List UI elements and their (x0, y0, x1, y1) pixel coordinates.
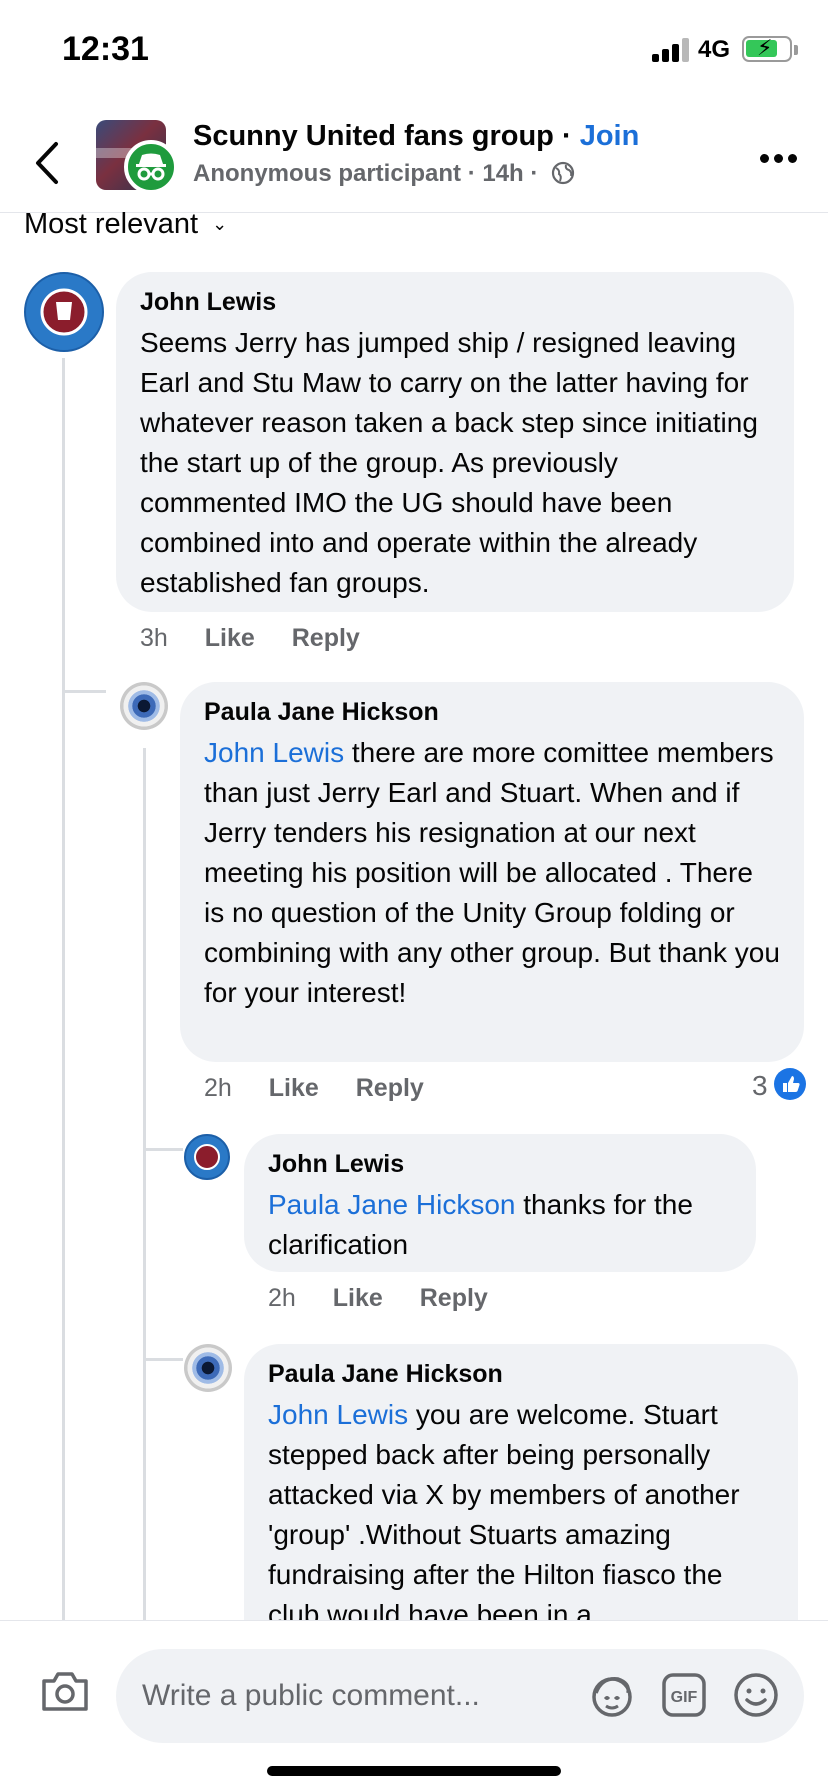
comment-time[interactable]: 3h (140, 624, 168, 652)
mention-link[interactable]: John Lewis (204, 737, 344, 768)
reaction-summary[interactable]: 3 (752, 1068, 806, 1102)
title-separator: · (553, 120, 580, 152)
comment-body: there are more comittee members than jus… (204, 737, 780, 1008)
post-age[interactable]: 14h (482, 160, 523, 187)
comment-time[interactable]: 2h (204, 1074, 232, 1102)
thread-line-connector-2 (143, 1148, 183, 1151)
mention-link[interactable]: Paula Jane Hickson (268, 1189, 515, 1220)
battery-icon: ⚡ (742, 35, 792, 62)
join-link[interactable]: Join (580, 120, 640, 152)
back-button[interactable] (28, 138, 68, 188)
comment-actions: 2h Like Reply (268, 1284, 518, 1313)
gif-icon: GIF (662, 1673, 706, 1717)
comment-author[interactable]: Paula Jane Hickson (204, 698, 780, 727)
like-button[interactable]: Like (205, 624, 255, 652)
home-indicator[interactable] (267, 1766, 561, 1776)
reply-button[interactable]: Reply (420, 1284, 488, 1312)
comment-text: John Lewis there are more comittee membe… (204, 733, 780, 1013)
comment-actions: 3h Like Reply (140, 624, 390, 653)
camera-icon (42, 1672, 88, 1711)
comment-author[interactable]: John Lewis (140, 288, 770, 317)
more-button[interactable] (760, 154, 800, 166)
emoji-icon (734, 1673, 778, 1717)
sort-dropdown[interactable]: Most relevant ⌄ (24, 208, 227, 241)
avatar[interactable] (184, 1344, 232, 1392)
reaction-count: 3 (752, 1070, 768, 1101)
comment-actions: 2h Like Reply (204, 1074, 454, 1103)
comment-text: Seems Jerry has jumped ship / resigned l… (140, 323, 770, 603)
comment-body: you are welcome. Stuart stepped back aft… (268, 1399, 740, 1630)
thread-line-connector-3 (143, 1358, 183, 1361)
meta-separator-2: · (523, 160, 546, 187)
reply-button[interactable]: Reply (356, 1074, 424, 1102)
comment-text: John Lewis you are welcome. Stuart stepp… (268, 1395, 774, 1635)
club-crest-icon (40, 288, 88, 336)
chevron-left-icon (36, 142, 58, 184)
post-header: Scunny United fans group · Join Anonymou… (0, 100, 828, 213)
status-time: 12:31 (62, 30, 149, 68)
thread-line-connector (62, 690, 106, 693)
thread-line-reply (143, 748, 146, 1620)
club-crest-icon (194, 1144, 220, 1170)
avatar[interactable] (24, 272, 104, 352)
comment-bubble: Paula Jane Hickson John Lewis there are … (180, 682, 804, 1062)
more-horizontal-icon (760, 154, 769, 163)
emoji-button[interactable] (732, 1671, 780, 1719)
avatar[interactable] (184, 1134, 230, 1180)
mention-link[interactable]: John Lewis (268, 1399, 408, 1430)
battery-tip (794, 45, 798, 55)
comment-bubble: John Lewis Paula Jane Hickson thanks for… (244, 1134, 756, 1272)
comment-bubble: John Lewis Seems Jerry has jumped ship /… (116, 272, 794, 612)
comment-author[interactable]: Paula Jane Hickson (268, 1360, 774, 1389)
gif-button[interactable]: GIF (660, 1671, 708, 1719)
status-bar: 12:31 4G ⚡ (0, 0, 828, 100)
avatar-sticker-icon (592, 1677, 632, 1717)
avatar[interactable] (120, 682, 168, 730)
camera-button[interactable] (40, 1669, 90, 1713)
thumbs-up-icon (773, 1068, 806, 1100)
meta-separator: · (461, 160, 483, 187)
comment-body: Seems Jerry has jumped ship / resigned l… (140, 327, 758, 598)
globe-icon (551, 161, 575, 185)
sort-label: Most relevant (24, 208, 199, 240)
comment-author[interactable]: John Lewis (268, 1150, 732, 1179)
like-button[interactable]: Like (269, 1074, 319, 1102)
network-label: 4G (698, 36, 731, 63)
like-button[interactable]: Like (333, 1284, 383, 1312)
thread-line-main (62, 358, 65, 1620)
post-meta: Anonymous participant · 14h · (193, 160, 575, 188)
group-name[interactable]: Scunny United fans group (193, 120, 554, 152)
chevron-down-icon: ⌄ (212, 214, 228, 234)
comment-text: Paula Jane Hickson thanks for the clarif… (268, 1185, 732, 1265)
anonymous-icon (124, 140, 178, 194)
reply-button[interactable]: Reply (292, 624, 360, 652)
comment-bubble: Paula Jane Hickson John Lewis you are we… (244, 1344, 798, 1644)
svg-text:GIF: GIF (671, 1689, 698, 1706)
avatar-sticker-button[interactable] (588, 1671, 636, 1719)
signal-icon (652, 38, 690, 62)
participant-label: Anonymous participant (193, 160, 462, 187)
comment-time[interactable]: 2h (268, 1284, 296, 1312)
group-title[interactable]: Scunny United fans group · Join (193, 120, 639, 153)
